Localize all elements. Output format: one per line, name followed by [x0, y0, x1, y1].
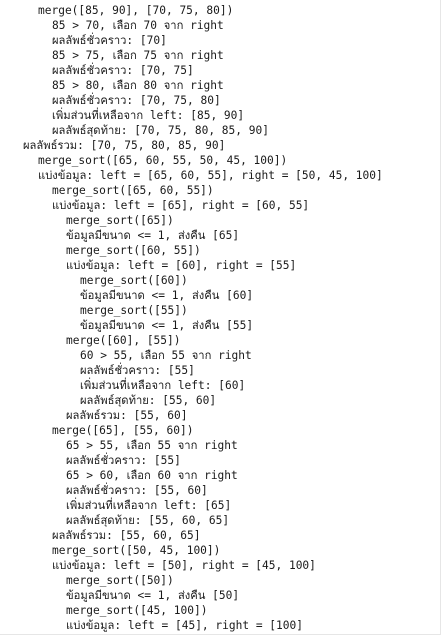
console-line: merge_sort([50, 45, 100]): [52, 544, 221, 557]
console-line: merge_sort([45, 100]): [66, 604, 208, 617]
console-line: ข้อมูลมีขนาด <= 1, ส่งคืน [50]: [66, 589, 240, 602]
console-line: แบ่งข้อมูล: left = [45], right = [100]: [66, 619, 303, 632]
console-line: 65 > 55, เลือก 55 จาก right: [66, 439, 238, 452]
console-line: merge_sort([65, 60, 55, 50, 45, 100]): [38, 154, 288, 167]
console-line: เพิ่มส่วนที่เหลือจาก left: [85, 90]: [52, 109, 245, 122]
console-line: ผลลัพธ์ชั่วคราว: [55]: [66, 454, 181, 467]
console-line: 60 > 55, เลือก 55 จาก right: [80, 349, 252, 362]
console-line: 85 > 80, เลือก 80 จาก right: [52, 79, 224, 92]
console-line: ผลลัพธ์รวม: [55, 60, 65]: [52, 529, 201, 542]
console-line: ผลลัพธ์ชั่วคราว: [70]: [52, 34, 167, 47]
console-line: ผลลัพธ์ชั่วคราว: [55]: [80, 364, 195, 377]
console-line: ผลลัพธ์ชั่วคราว: [70, 75, 80]: [52, 94, 221, 107]
console-output-panel: merge([85, 90], [70, 75, 80]) 85 > 70, เล…: [0, 0, 441, 635]
console-line: 85 > 70, เลือก 70 จาก right: [52, 19, 224, 32]
console-line: ผลลัพธ์รวม: [70, 75, 80, 85, 90]: [23, 139, 226, 152]
console-line: แบ่งข้อมูล: left = [65], right = [60, 55…: [52, 199, 310, 212]
console-line: merge_sort([60, 55]): [66, 244, 201, 257]
console-line: ผลลัพธ์สุดท้าย: [55, 60]: [80, 394, 217, 407]
console-line: ข้อมูลมีขนาด <= 1, ส่งคืน [60]: [80, 289, 254, 302]
console-line: merge([60], [55]): [66, 334, 181, 347]
console-line: ผลลัพธ์ชั่วคราว: [70, 75]: [52, 64, 194, 77]
console-line: merge_sort([65]): [66, 214, 174, 227]
console-line: 85 > 75, เลือก 75 จาก right: [52, 49, 224, 62]
console-line: merge_sort([65, 60, 55]): [52, 184, 214, 197]
console-line: ข้อมูลมีขนาด <= 1, ส่งคืน [55]: [80, 319, 254, 332]
console-line: merge([65], [55, 60]): [52, 424, 194, 437]
console-line: ผลลัพธ์สุดท้าย: [55, 60, 65]: [66, 514, 230, 527]
console-line: merge([85, 90], [70, 75, 80]): [38, 4, 234, 17]
console-line: merge_sort([50]): [66, 574, 174, 587]
console-line: ผลลัพธ์รวม: [55, 60]: [66, 409, 188, 422]
console-line: 65 > 60, เลือก 60 จาก right: [66, 469, 238, 482]
console-line: ข้อมูลมีขนาด <= 1, ส่งคืน [65]: [66, 229, 240, 242]
console-line: เพิ่มส่วนที่เหลือจาก left: [60]: [80, 379, 246, 392]
console-line: แบ่งข้อมูล: left = [65, 60, 55], right =…: [38, 169, 383, 182]
console-output: merge([85, 90], [70, 75, 80]) 85 > 70, เล…: [0, 3, 440, 633]
console-line: ผลลัพธ์สุดท้าย: [70, 75, 80, 85, 90]: [52, 124, 269, 137]
console-line: แบ่งข้อมูล: left = [50], right = [45, 10…: [52, 559, 316, 572]
console-line: ผลลัพธ์ชั่วคราว: [55, 60]: [66, 484, 208, 497]
console-line: เพิ่มส่วนที่เหลือจาก left: [65]: [66, 499, 232, 512]
console-line: แบ่งข้อมูล: left = [60], right = [55]: [66, 259, 297, 272]
console-line: merge_sort([55]): [80, 304, 188, 317]
console-line: merge_sort([60]): [80, 274, 188, 287]
